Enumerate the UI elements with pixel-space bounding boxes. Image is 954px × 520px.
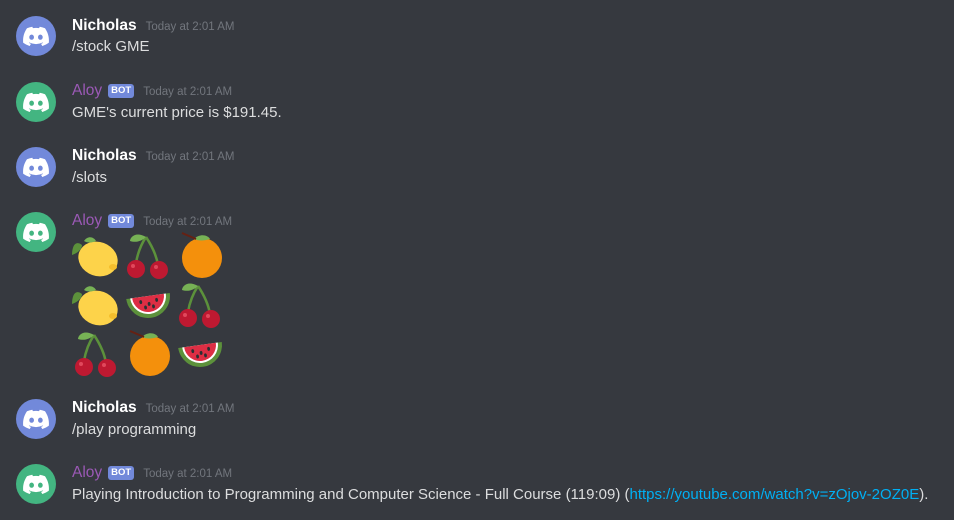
- cherries-icon: [122, 231, 174, 279]
- discord-logo-icon: [23, 409, 49, 429]
- avatar[interactable]: [16, 399, 56, 439]
- timestamp: Today at 2:01 AM: [145, 151, 235, 163]
- avatar[interactable]: [16, 212, 56, 252]
- bot-username[interactable]: Aloy: [72, 82, 102, 100]
- cherries-icon: [174, 280, 226, 328]
- avatar[interactable]: [16, 464, 56, 504]
- watermelon-icon: [122, 280, 174, 328]
- timestamp: Today at 2:01 AM: [145, 21, 235, 33]
- username[interactable]: Nicholas: [72, 17, 137, 35]
- avatar[interactable]: [16, 82, 56, 122]
- timestamp: Today at 2:01 AM: [143, 468, 233, 480]
- message-content: /play programming: [72, 421, 197, 438]
- avatar[interactable]: [16, 147, 56, 187]
- cherries-icon: [70, 329, 122, 377]
- discord-logo-icon: [23, 474, 49, 494]
- bot-username[interactable]: Aloy: [72, 464, 102, 482]
- discord-logo-icon: [23, 26, 49, 46]
- username[interactable]: Nicholas: [72, 147, 137, 165]
- timestamp: Today at 2:01 AM: [145, 403, 235, 415]
- discord-logo-icon: [23, 157, 49, 177]
- timestamp: Today at 2:01 AM: [143, 216, 233, 228]
- slots-grid: [70, 231, 226, 377]
- message-text: ).: [919, 486, 929, 503]
- discord-logo-icon: [23, 92, 49, 112]
- message-content: Playing Introduction to Programming and …: [72, 486, 928, 503]
- bot-tag: BOT: [108, 214, 135, 228]
- orange-icon: [122, 329, 174, 377]
- bot-username[interactable]: Aloy: [72, 212, 102, 230]
- timestamp: Today at 2:01 AM: [143, 86, 233, 98]
- username[interactable]: Nicholas: [72, 399, 137, 417]
- youtube-link[interactable]: https://youtube.com/watch?v=zOjov-2OZ0E: [629, 486, 919, 503]
- watermelon-icon: [174, 329, 226, 377]
- message-content: GME's current price is $191.45.: [72, 104, 282, 121]
- message-content: /slots: [72, 169, 108, 186]
- lemon-icon: [70, 280, 122, 328]
- message-text: Playing Introduction to Programming and …: [72, 486, 630, 503]
- lemon-icon: [70, 231, 122, 279]
- orange-icon: [174, 231, 226, 279]
- message-content: /stock GME: [72, 38, 150, 55]
- bot-tag: BOT: [108, 84, 135, 98]
- bot-tag: BOT: [108, 466, 135, 480]
- avatar[interactable]: [16, 16, 56, 56]
- chat-messages: Nicholas Today at 2:01 AM /stock GME Alo…: [0, 0, 954, 520]
- discord-logo-icon: [23, 222, 49, 242]
